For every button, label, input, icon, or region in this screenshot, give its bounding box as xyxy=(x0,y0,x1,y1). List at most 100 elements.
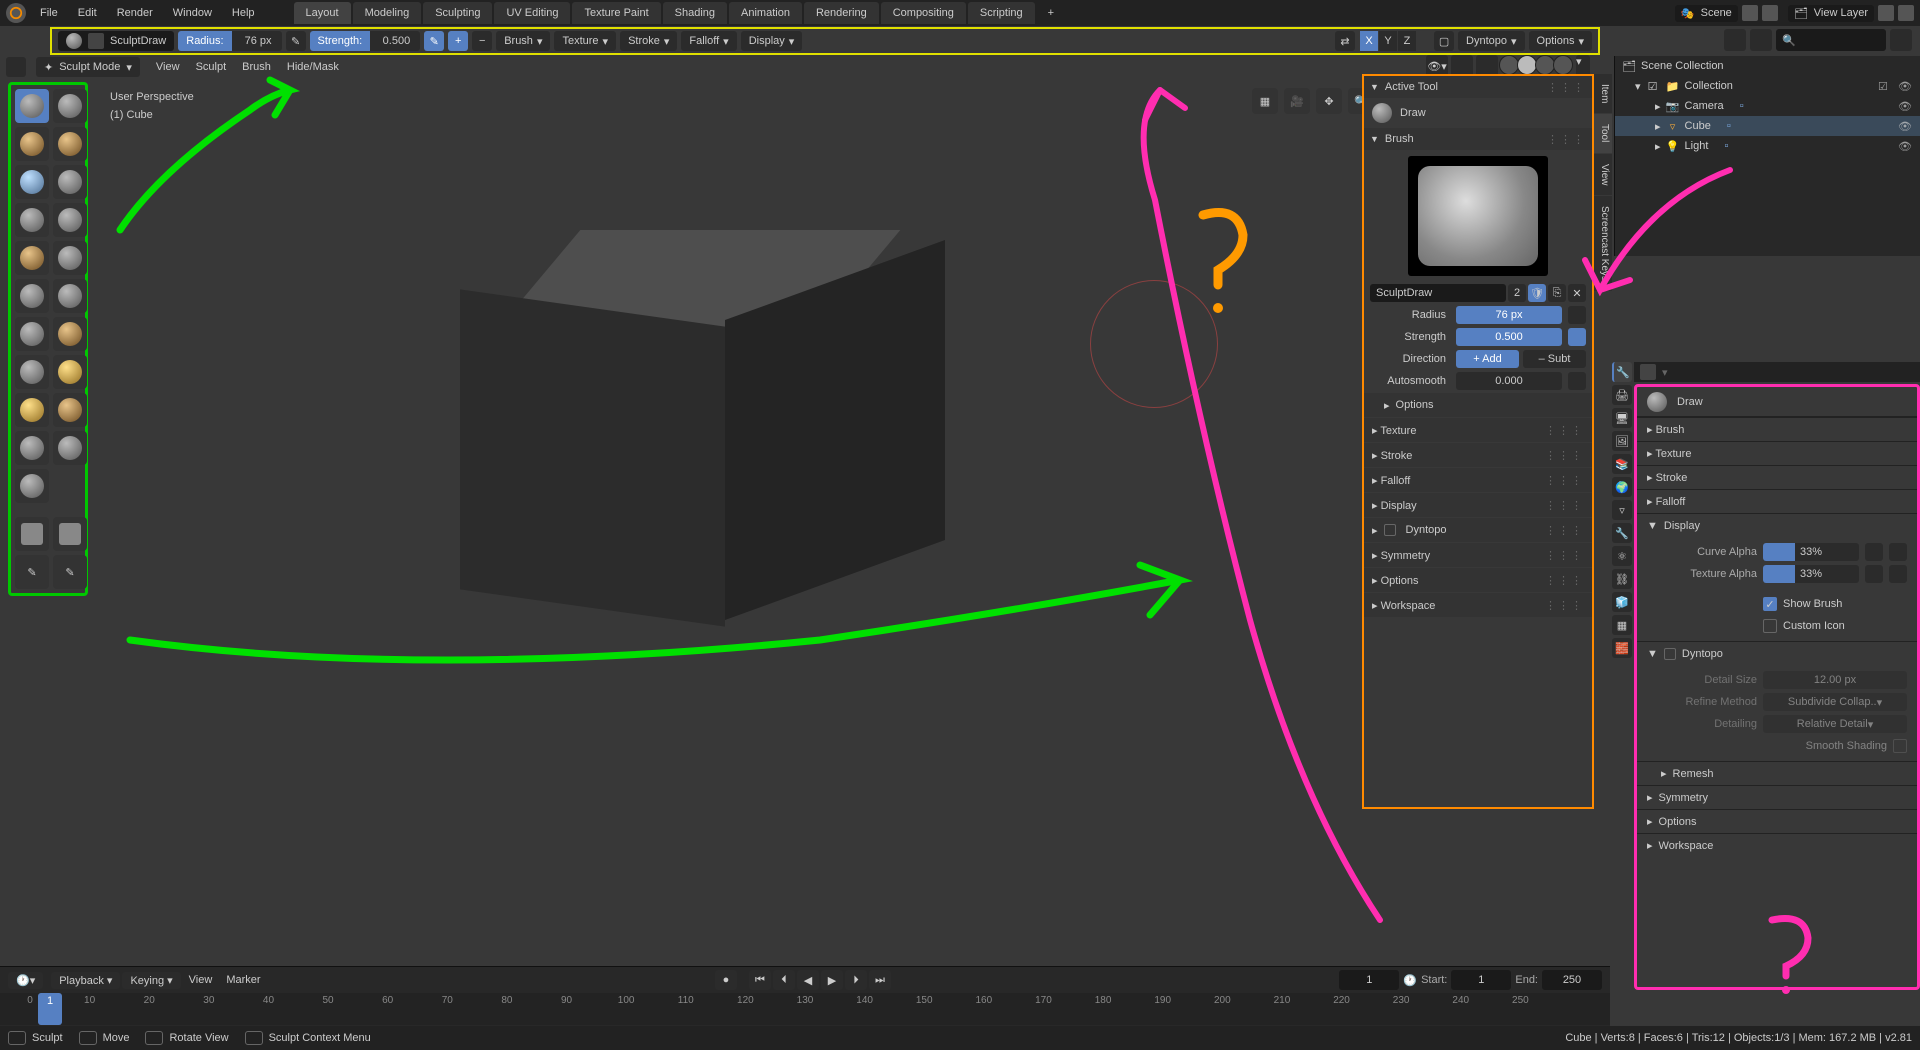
workspace-tab-rendering[interactable]: Rendering xyxy=(804,2,879,24)
tool-clay-strips[interactable] xyxy=(53,127,87,161)
menu-file[interactable]: File xyxy=(30,3,68,23)
props-brush-header[interactable]: ▸ Brush xyxy=(1637,417,1917,441)
tool-layer[interactable] xyxy=(15,165,49,199)
tool-rotate[interactable] xyxy=(53,431,87,465)
radius-pressure-icon[interactable]: ✎ xyxy=(286,31,306,51)
tex-alpha-pin-icon[interactable] xyxy=(1865,565,1883,583)
ntab-item[interactable]: Item xyxy=(1594,74,1612,113)
proptab-0[interactable]: 🔧 xyxy=(1612,362,1632,382)
radius-value[interactable]: 76 px xyxy=(232,35,282,47)
show-brush-checkbox[interactable]: ✓ xyxy=(1763,597,1777,611)
tool-flatten[interactable] xyxy=(53,241,87,275)
mirror-x-button[interactable]: X xyxy=(1360,31,1378,51)
eye-icon[interactable]: 👁 xyxy=(1898,100,1912,113)
tool-simplify[interactable] xyxy=(15,469,49,503)
timeline-editor-type[interactable]: 🕐▾ xyxy=(8,972,43,989)
tl-playback[interactable]: Playback ▾ xyxy=(51,972,120,989)
props-stroke-header[interactable]: ▸ Stroke xyxy=(1637,465,1917,489)
workspace-tab-uv-editing[interactable]: UV Editing xyxy=(494,2,570,24)
new-scene-icon[interactable] xyxy=(1742,5,1758,21)
tool-annotate[interactable]: ✎ xyxy=(53,555,87,589)
move-view-icon[interactable]: ✥ xyxy=(1316,88,1342,114)
tool-thumb[interactable] xyxy=(15,393,49,427)
eye-icon[interactable]: 👁 xyxy=(1898,120,1912,133)
np-radius-pen-icon[interactable] xyxy=(1568,306,1586,324)
tool-scrape[interactable] xyxy=(53,279,87,313)
np-strength-value[interactable]: 0.500 xyxy=(1456,328,1562,346)
np-texture-header[interactable]: ▸ Texture⋮⋮⋮ xyxy=(1364,418,1592,442)
strength-field[interactable]: Strength: 0.500 xyxy=(310,31,421,51)
playhead[interactable]: 1 xyxy=(38,993,62,1025)
radius-field[interactable]: Radius: 76 px xyxy=(178,31,281,51)
np-workspace-header[interactable]: ▸ Workspace⋮⋮⋮ xyxy=(1364,593,1592,617)
brush-thumbnail[interactable] xyxy=(1408,156,1548,276)
matprev-shading-icon[interactable] xyxy=(1535,55,1555,75)
display-dropdown[interactable]: Display ▾ xyxy=(741,31,803,51)
brush-datablock[interactable]: SculptDraw xyxy=(58,31,174,51)
outliner-search-input[interactable]: 🔍 xyxy=(1776,29,1886,51)
proptab-9[interactable]: ⛓ xyxy=(1612,569,1632,589)
np-dyntopo-header[interactable]: ▸ Dyntopo⋮⋮⋮ xyxy=(1364,518,1592,542)
rendered-shading-icon[interactable] xyxy=(1553,55,1573,75)
tool-grab[interactable] xyxy=(53,317,87,351)
workspace-tab-animation[interactable]: Animation xyxy=(729,2,802,24)
workspace-tab-shading[interactable]: Shading xyxy=(663,2,727,24)
workspace-tab-texture-paint[interactable]: Texture Paint xyxy=(572,2,660,24)
proptab-1[interactable]: 🖨 xyxy=(1612,385,1632,405)
viewport-cube-mesh[interactable] xyxy=(460,230,860,630)
brush-dropdown[interactable]: Brush ▾ xyxy=(496,31,550,51)
refine-method-value[interactable]: Subdivide Collap.. ▾ xyxy=(1763,693,1907,711)
frame-lock-icon[interactable]: 🕐 xyxy=(1403,974,1417,987)
tex-alpha-preview-icon[interactable] xyxy=(1889,565,1907,583)
eye-icon[interactable]: 👁 xyxy=(1898,140,1912,153)
tool-fill[interactable] xyxy=(15,279,49,313)
autokey-icon[interactable]: ● xyxy=(715,970,737,990)
tool-smooth[interactable] xyxy=(15,241,49,275)
dyntopo-dropdown[interactable]: Dyntopo▾ xyxy=(1458,31,1525,51)
current-frame-input[interactable]: 1 xyxy=(1339,970,1399,990)
np-stroke-header[interactable]: ▸ Stroke⋮⋮⋮ xyxy=(1364,443,1592,467)
direction-sub-icon[interactable]: − xyxy=(472,31,492,51)
tool-inflate[interactable] xyxy=(53,165,87,199)
props-texture-header[interactable]: ▸ Texture xyxy=(1637,441,1917,465)
jump-start-icon[interactable]: ⏮ xyxy=(749,970,771,990)
ntab-view[interactable]: View xyxy=(1594,154,1612,196)
curve-alpha-pin-icon[interactable] xyxy=(1865,543,1883,561)
collection-exclude-icon[interactable]: ☑ xyxy=(1878,80,1892,93)
np-symmetry-header[interactable]: ▸ Symmetry⋮⋮⋮ xyxy=(1364,543,1592,567)
np-options-header[interactable]: ▸ Options⋮⋮⋮ xyxy=(1364,568,1592,592)
proptab-10[interactable]: 🧊 xyxy=(1612,592,1632,612)
keyframe-prev-icon[interactable]: ⏴ xyxy=(773,970,795,990)
strength-pressure-icon[interactable]: ✎ xyxy=(424,31,444,51)
custom-icon-checkbox[interactable] xyxy=(1763,619,1777,633)
proptab-7[interactable]: 🔧 xyxy=(1612,523,1632,543)
tool-snake-hook[interactable] xyxy=(53,355,87,389)
np-falloff-header[interactable]: ▸ Falloff⋮⋮⋮ xyxy=(1364,468,1592,492)
workspace-tab-compositing[interactable]: Compositing xyxy=(881,2,966,24)
tool-pose[interactable] xyxy=(53,393,87,427)
brush-users-label[interactable]: 2 xyxy=(1508,284,1526,302)
props-falloff-header[interactable]: ▸ Falloff xyxy=(1637,489,1917,513)
props-display-header[interactable]: ▼ Display xyxy=(1637,513,1917,537)
tool-box-hide[interactable]: ✎ xyxy=(15,555,49,589)
viewport-menu-brush[interactable]: Brush xyxy=(236,59,277,75)
np-autosmooth-value[interactable]: 0.000 xyxy=(1456,372,1562,390)
filter-icon[interactable] xyxy=(1890,29,1912,51)
camera-view-icon[interactable]: 🎥 xyxy=(1284,88,1310,114)
duplicate-brush-icon[interactable]: ⎘ xyxy=(1548,284,1566,302)
proptab-8[interactable]: ⚛ xyxy=(1612,546,1632,566)
np-display-header[interactable]: ▸ Display⋮⋮⋮ xyxy=(1364,493,1592,517)
outliner-item-camera[interactable]: ▸📷Camera▫👁 xyxy=(1615,96,1920,116)
mirror-y-button[interactable]: Y xyxy=(1379,31,1397,51)
proptab-12[interactable]: 🧱 xyxy=(1612,638,1632,658)
menu-help[interactable]: Help xyxy=(222,3,265,23)
tool-blob[interactable] xyxy=(15,203,49,237)
outliner-item-cube[interactable]: ▸▿Cube▫👁 xyxy=(1615,116,1920,136)
props-editor-icon[interactable] xyxy=(1640,364,1656,380)
curve-alpha-value[interactable]: 33% xyxy=(1763,543,1859,561)
proptab-5[interactable]: 🌍 xyxy=(1612,477,1632,497)
tl-marker[interactable]: Marker xyxy=(220,972,266,988)
ntab-screencast-keys[interactable]: Screencast Keys xyxy=(1594,196,1612,291)
new-layer-icon[interactable] xyxy=(1878,5,1894,21)
direction-add-icon[interactable]: + xyxy=(448,31,468,51)
